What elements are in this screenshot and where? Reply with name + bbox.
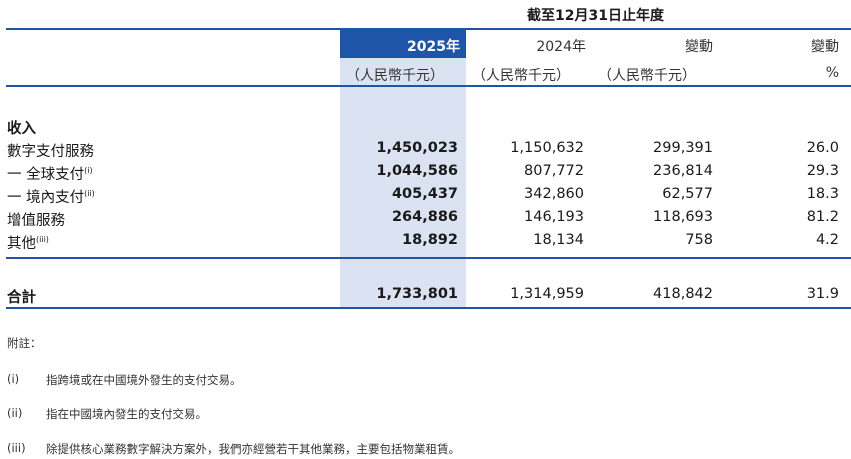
cell-change-pct: 29.3: [806, 163, 839, 179]
row-label: 一 境內支付: [7, 190, 85, 206]
cell-change: 118,693: [653, 209, 713, 225]
note-text-i: 指跨境或在中國境外發生的支付交易。: [46, 373, 242, 387]
col-header-change-pct: 變動: [811, 39, 839, 55]
section-revenue: 收入: [0, 117, 851, 139]
cell-2025: 264,886: [391, 209, 458, 225]
cell-2024: 18,134: [533, 232, 584, 248]
header-top-rule: [6, 28, 851, 30]
cell-change-pct: 18.3: [806, 186, 839, 202]
total-change-pct: 31.9: [806, 286, 839, 302]
row-label: 數字支付服務: [7, 144, 94, 160]
notes-title: 附註：: [7, 336, 42, 350]
table-row: 一 境內支付(ii) 405,437 342,860 62,577 18.3: [0, 186, 851, 208]
cell-2024: 342,860: [524, 186, 584, 202]
total-2025: 1,733,801: [376, 286, 458, 302]
cell-2024: 807,772: [524, 163, 584, 179]
footnote-ref: (ii): [84, 189, 95, 198]
note-text-ii: 指在中國境內發生的支付交易。: [46, 407, 207, 421]
row-label: 增值服務: [7, 213, 65, 229]
col-header-2024: 2024年: [536, 39, 586, 55]
footnote-ref: (i): [84, 166, 93, 175]
row-label: 一 全球支付: [7, 167, 85, 183]
cell-change-pct: 26.0: [806, 140, 839, 156]
cell-2025: 1,044,586: [376, 163, 458, 179]
cell-change-pct: 81.2: [806, 209, 839, 225]
unit-change-pct: %: [825, 65, 839, 81]
table-row: 其他(iii) 18,892 18,134 758 4.2: [0, 232, 851, 254]
total-top-rule: [6, 257, 851, 259]
cell-2025: 1,450,023: [376, 140, 458, 156]
cell-change-pct: 4.2: [815, 232, 839, 248]
note-text-iii: 除提供核心業務數字解決方案外，我們亦經營若干其他業務，主要包括物業租賃。: [46, 442, 460, 456]
cell-change: 236,814: [653, 163, 713, 179]
total-2024: 1,314,959: [510, 286, 584, 302]
period-header: 截至12月31日止年度: [527, 8, 664, 24]
note-key-i: (i): [7, 372, 20, 386]
unit-2024: （人民幣千元）: [472, 68, 570, 84]
total-row: 合計 1,733,801 1,314,959 418,842 31.9: [0, 286, 851, 308]
section-label: 收入: [7, 121, 36, 137]
total-label: 合計: [7, 290, 36, 306]
cell-change: 299,391: [653, 140, 713, 156]
table-row: 增值服務 264,886 146,193 118,693 81.2: [0, 209, 851, 231]
cell-2025: 18,892: [402, 232, 458, 248]
cell-2024: 1,150,632: [510, 140, 584, 156]
table-row: 數字支付服務 1,450,023 1,150,632 299,391 26.0: [0, 140, 851, 162]
unit-change: （人民幣千元）: [598, 68, 696, 84]
note-key-ii: (ii): [7, 406, 23, 420]
header-bottom-rule: [6, 85, 851, 87]
total-bottom-rule: [6, 307, 851, 309]
total-change: 418,842: [653, 286, 713, 302]
footnote-ref: (iii): [36, 235, 49, 244]
col-header-change: 變動: [685, 39, 713, 55]
cell-change: 62,577: [662, 186, 713, 202]
table-row: 一 全球支付(i) 1,044,586 807,772 236,814 29.3: [0, 163, 851, 185]
cell-2025: 405,437: [391, 186, 458, 202]
note-key-iii: (iii): [7, 441, 26, 455]
row-label: 其他: [7, 236, 36, 252]
col-header-2025: 2025年: [407, 39, 460, 55]
unit-2025: （人民幣千元）: [346, 68, 444, 84]
cell-2024: 146,193: [524, 209, 584, 225]
cell-change: 758: [685, 232, 713, 248]
